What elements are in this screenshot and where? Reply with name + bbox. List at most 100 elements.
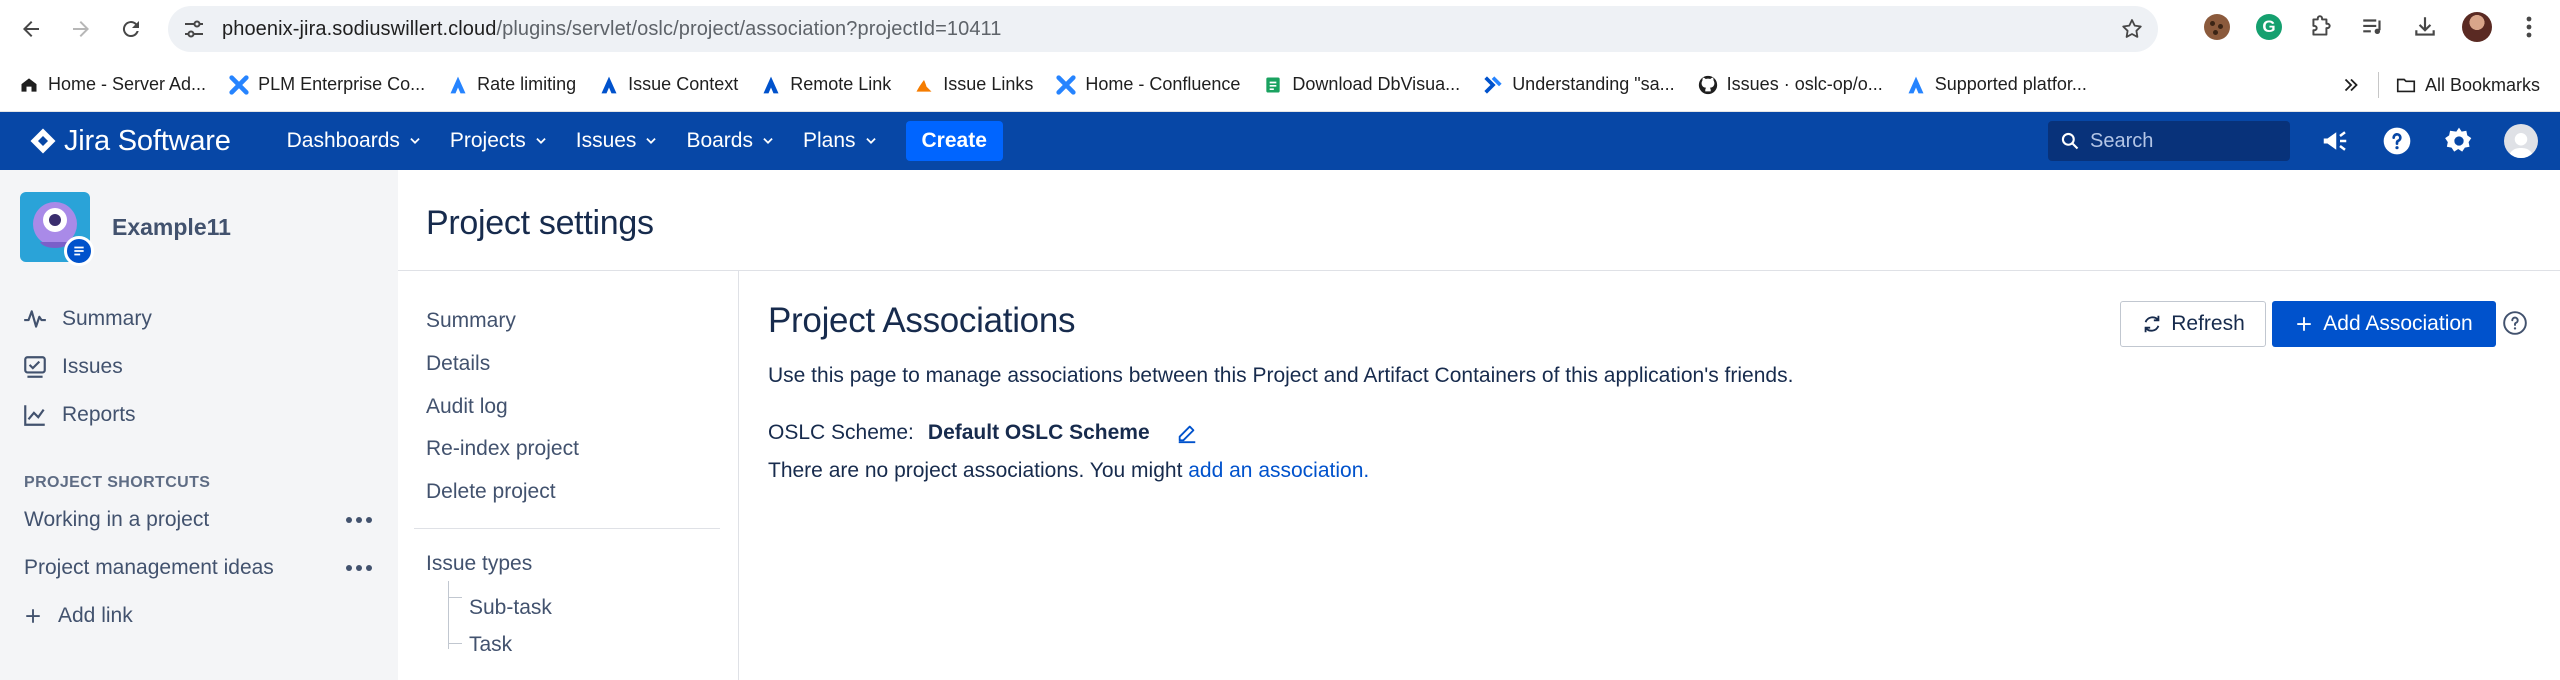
media-queue-icon[interactable]	[2358, 12, 2388, 42]
create-button[interactable]: Create	[905, 121, 1003, 161]
notifications-megaphone-icon[interactable]	[2318, 124, 2352, 158]
cookie-extension-icon[interactable]	[2202, 12, 2232, 42]
extensions-puzzle-icon[interactable]	[2306, 12, 2336, 42]
browser-menu-icon[interactable]	[2514, 12, 2544, 42]
sidebar-item-summary[interactable]: Summary	[22, 306, 152, 332]
bookmark-item[interactable]: Understanding "sa...	[1482, 74, 1675, 96]
pulse-icon	[24, 310, 46, 328]
settings-nav-details[interactable]: Details	[426, 352, 490, 376]
more-options-icon[interactable]	[346, 517, 372, 523]
settings-nav-task[interactable]: Task	[469, 633, 512, 657]
atlassian-icon	[760, 74, 782, 96]
atlassian-icon	[1905, 74, 1927, 96]
reload-button[interactable]	[116, 14, 146, 44]
settings-nav-subtask[interactable]: Sub-task	[469, 596, 552, 620]
bookmark-item[interactable]: Home - Server Ad...	[18, 74, 206, 96]
content-title: Project Associations	[768, 301, 1076, 340]
chart-line-icon	[24, 405, 45, 426]
settings-nav-delete[interactable]: Delete project	[426, 480, 556, 504]
grammarly-extension-icon[interactable]: G	[2254, 12, 2284, 42]
issues-icon	[24, 356, 46, 378]
search-box[interactable]	[2048, 121, 2290, 161]
product-name: Jira Software	[64, 124, 231, 157]
menu-plans[interactable]: Plans	[803, 129, 878, 153]
bookmark-label: Rate limiting	[477, 74, 577, 94]
project-sidebar: Example11 Summary Issues Reports PROJECT…	[0, 170, 398, 680]
bookmark-item[interactable]: Download DbVisua...	[1262, 74, 1460, 96]
project-header[interactable]: Example11	[20, 192, 231, 266]
content-description: Use this page to manage associations bet…	[768, 364, 1794, 387]
bookmark-star-icon[interactable]	[2120, 17, 2144, 41]
menu-projects[interactable]: Projects	[450, 129, 548, 153]
menu-dashboards[interactable]: Dashboards	[287, 129, 422, 153]
menu-label: Boards	[686, 129, 753, 152]
help-icon[interactable]	[2380, 124, 2414, 158]
menu-label: Issues	[575, 129, 637, 152]
menu-label: Dashboards	[286, 129, 400, 152]
sidebar-item-issues[interactable]: Issues	[22, 354, 123, 380]
all-bookmarks-button[interactable]: All Bookmarks	[2395, 74, 2540, 96]
browser-toolbar: phoenix-jira.sodiuswillert.cloud/plugins…	[0, 0, 2560, 58]
menu-label: Projects	[449, 129, 526, 152]
empty-state: There are no project associations. You m…	[768, 459, 1369, 483]
github-icon	[1697, 74, 1719, 96]
bookmark-item[interactable]: Rate limiting	[447, 74, 576, 96]
bookmark-item[interactable]: Issues · oslc-op/o...	[1697, 74, 1883, 96]
profile-avatar-icon[interactable]	[2462, 12, 2492, 42]
jira-menu: Dashboards Projects Issues Boards Plans …	[287, 121, 1003, 161]
sidebar-item-reports[interactable]: Reports	[22, 402, 136, 428]
pencil-edit-icon[interactable]	[1176, 422, 1198, 444]
bookmark-item[interactable]: PLM Enterprise Co...	[228, 74, 425, 96]
chevron-down-icon	[410, 138, 420, 144]
shortcut-item[interactable]: Project management ideas	[24, 556, 372, 580]
site-settings-icon[interactable]	[182, 17, 206, 41]
bookmark-item[interactable]: Remote Link	[760, 74, 891, 96]
bookmark-label: Issue Links	[943, 74, 1034, 94]
address-bar[interactable]: phoenix-jira.sodiuswillert.cloud/plugins…	[168, 6, 2158, 52]
question-circle-icon[interactable]	[2502, 310, 2528, 336]
bookmark-item[interactable]: Issue Links	[913, 74, 1033, 96]
jira-arrow-icon	[1482, 74, 1504, 96]
add-association-button[interactable]: Add Association	[2272, 301, 2496, 347]
plus-icon	[2297, 317, 2312, 331]
bookmark-item[interactable]: Issue Context	[598, 74, 738, 96]
menu-boards[interactable]: Boards	[686, 129, 775, 153]
url-host: phoenix-jira.sodiuswillert.cloud	[222, 17, 497, 40]
jira-logo[interactable]: Jira Software	[28, 125, 231, 158]
add-link-button[interactable]: Add link	[24, 604, 133, 628]
user-avatar[interactable]	[2504, 124, 2538, 158]
settings-nav-summary[interactable]: Summary	[426, 309, 516, 333]
search-input[interactable]	[2090, 129, 2270, 153]
bookmark-label: Issues · oslc-op/o...	[1726, 74, 1883, 94]
more-options-icon[interactable]	[346, 565, 372, 571]
shortcut-label: Working in a project	[24, 508, 210, 531]
back-button[interactable]	[16, 14, 46, 44]
bookmark-label: Understanding "sa...	[1512, 74, 1675, 94]
settings-gear-icon[interactable]	[2442, 124, 2476, 158]
url-text: phoenix-jira.sodiuswillert.cloud/plugins…	[222, 18, 1002, 41]
downloads-icon[interactable]	[2410, 12, 2440, 42]
jira-diamond-icon	[30, 128, 56, 154]
settings-nav-audit-log[interactable]: Audit log	[426, 395, 508, 419]
add-association-link[interactable]: add an association.	[1188, 459, 1369, 482]
bookmark-item[interactable]: Supported platfor...	[1905, 74, 2087, 96]
chevron-double-right-icon[interactable]	[2340, 74, 2362, 96]
bookmarks-separator	[2377, 72, 2379, 98]
settings-nav-issue-types[interactable]: Issue types	[426, 552, 532, 576]
project-avatar	[20, 192, 94, 266]
forward-button[interactable]	[66, 14, 96, 44]
bookmark-item[interactable]: Home - Confluence	[1055, 74, 1240, 96]
refresh-icon	[2144, 315, 2160, 333]
confluence-x-icon	[228, 74, 250, 96]
document-icon	[1262, 74, 1284, 96]
menu-issues[interactable]: Issues	[576, 129, 659, 153]
content-divider	[738, 271, 739, 680]
settings-nav-reindex[interactable]: Re-index project	[426, 437, 579, 461]
atlassian-icon	[447, 74, 469, 96]
shortcut-item[interactable]: Working in a project	[24, 508, 372, 532]
sidebar-item-label: Issues	[62, 355, 123, 378]
jira-top-nav: Jira Software Dashboards Projects Issues…	[0, 112, 2560, 170]
bookmark-label: Supported platfor...	[1934, 74, 2087, 94]
refresh-button[interactable]: Refresh	[2120, 301, 2266, 347]
bookmark-label: Home - Confluence	[1085, 74, 1241, 94]
